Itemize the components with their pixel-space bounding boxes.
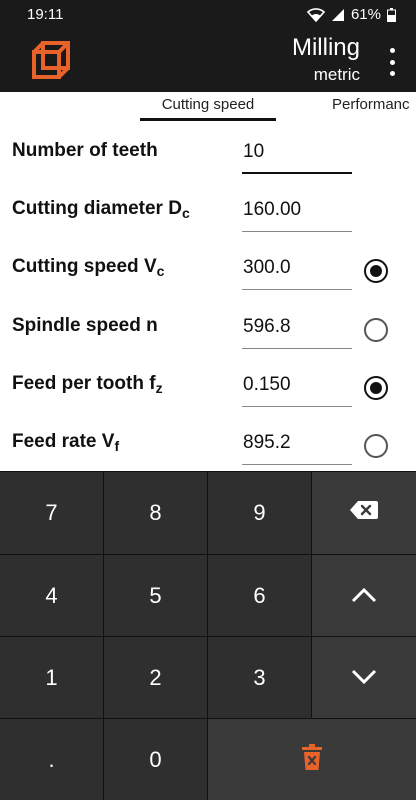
tab-performance[interactable]: Performanc: [332, 96, 410, 113]
key-4[interactable]: 4: [0, 555, 103, 636]
signal-icon: [331, 8, 345, 22]
key-6[interactable]: 6: [208, 555, 311, 636]
wifi-icon: [306, 7, 325, 22]
key-1[interactable]: 1: [0, 637, 103, 718]
status-time: 19:11: [27, 6, 64, 23]
key-7[interactable]: 7: [0, 472, 103, 554]
chevron-down-icon: [351, 665, 377, 691]
row-feed-rate: Feed rate Vf 895.2: [0, 415, 416, 473]
battery-icon: [387, 7, 396, 22]
tab-cutting-speed[interactable]: Cutting speed: [140, 96, 276, 113]
status-bar: 19:11 61%: [0, 0, 416, 30]
key-9[interactable]: 9: [208, 472, 311, 554]
cutting-speed-radio[interactable]: [364, 259, 388, 283]
label-feed-rate: Feed rate Vf: [12, 431, 120, 454]
key-0[interactable]: 0: [104, 719, 207, 800]
key-decimal[interactable]: .: [0, 719, 103, 800]
cutting-diameter-input[interactable]: 160.00: [242, 196, 352, 232]
cutting-speed-input[interactable]: 300.0: [242, 254, 352, 290]
app-subtitle: metric: [313, 65, 360, 84]
row-feed-per-tooth: Feed per tooth fz 0.150: [0, 357, 416, 415]
spindle-speed-input[interactable]: 596.8: [242, 313, 352, 349]
label-cutting-speed: Cutting speed Vc: [12, 256, 165, 279]
label-feed-per-tooth: Feed per tooth fz: [12, 373, 163, 396]
spindle-speed-radio[interactable]: [364, 318, 388, 342]
app-logo-icon: [31, 40, 71, 80]
key-2[interactable]: 2: [104, 637, 207, 718]
feed-rate-radio[interactable]: [364, 434, 388, 458]
key-8[interactable]: 8: [104, 472, 207, 554]
clear-key[interactable]: [208, 719, 416, 800]
app-bar: Milling metric: [0, 30, 416, 92]
trash-icon: [302, 744, 322, 776]
row-number-of-teeth: Number of teeth 10: [0, 124, 416, 182]
tab-bar: Cutting speed Performanc: [0, 92, 416, 124]
feed-per-tooth-input[interactable]: 0.150: [242, 371, 352, 407]
down-key[interactable]: [312, 637, 416, 718]
feed-rate-input[interactable]: 895.2: [242, 429, 352, 465]
battery-percent: 61%: [350, 6, 381, 23]
chevron-up-icon: [351, 583, 377, 609]
label-spindle-speed: Spindle speed n: [12, 315, 158, 336]
row-cutting-diameter: Cutting diameter Dc 160.00: [0, 182, 416, 240]
feed-per-tooth-radio[interactable]: [364, 376, 388, 400]
backspace-icon: [349, 499, 379, 527]
row-spindle-speed: Spindle speed n 596.8: [0, 299, 416, 357]
key-3[interactable]: 3: [208, 637, 311, 718]
row-cutting-speed: Cutting speed Vc 300.0: [0, 240, 416, 298]
backspace-key[interactable]: [312, 472, 416, 554]
number-of-teeth-input[interactable]: 10: [242, 138, 352, 174]
overflow-menu-icon[interactable]: [384, 48, 400, 76]
app-title: Milling: [291, 34, 360, 61]
up-key[interactable]: [312, 555, 416, 636]
tab-indicator: [140, 118, 276, 121]
label-number-of-teeth: Number of teeth: [12, 140, 158, 161]
numeric-keypad: 7 8 9 4 5 6 1 2 3 . 0: [0, 471, 416, 800]
key-5[interactable]: 5: [104, 555, 207, 636]
label-cutting-diameter: Cutting diameter Dc: [12, 198, 190, 221]
